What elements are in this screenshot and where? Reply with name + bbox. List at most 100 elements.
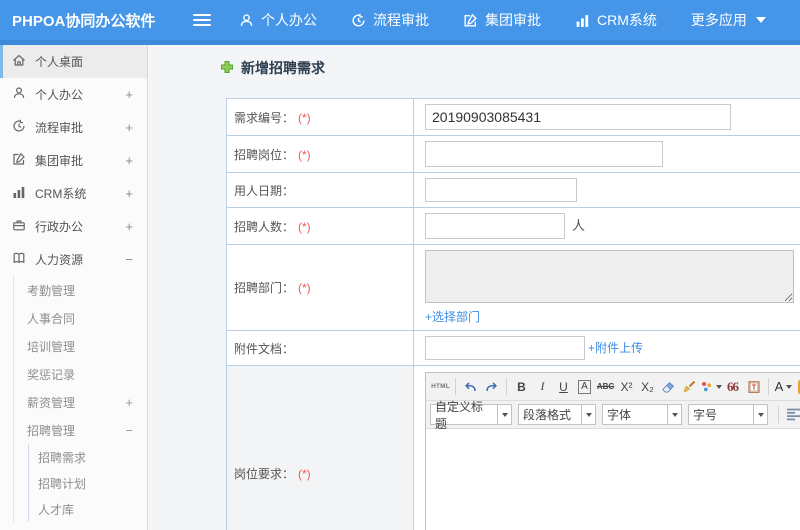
workflow-icon xyxy=(12,119,26,136)
sidebar-item-personal-office[interactable]: 个人办公 + xyxy=(0,78,147,111)
strikethrough-button[interactable]: ABC xyxy=(595,376,616,398)
italic-button[interactable]: I xyxy=(532,376,553,398)
sidebar-item-rewards[interactable]: 奖惩记录 xyxy=(14,360,147,388)
html-source-button[interactable]: HTML xyxy=(430,376,451,398)
user-icon xyxy=(12,86,26,103)
font-color-button[interactable]: A xyxy=(773,376,794,398)
required-mark: (*) xyxy=(298,147,311,162)
redo-button[interactable] xyxy=(481,376,502,398)
top-navbar: PHPOA协同办公软件 个人办公 流程审批 集团审批 CRM系统 更多应用 xyxy=(0,0,800,40)
nav-personal-office[interactable]: 个人办公 xyxy=(239,10,317,30)
expand-plus-icon[interactable]: + xyxy=(125,153,133,168)
caret-down-icon xyxy=(667,405,681,424)
font-family-select[interactable]: 字体 xyxy=(602,404,682,425)
collapse-minus-icon[interactable]: − xyxy=(125,423,133,438)
form-row-hire-date: 用人日期： xyxy=(226,172,800,208)
collapse-minus-icon[interactable]: − xyxy=(125,252,133,267)
form-row-job-requirements: 岗位要求： (*) HTML B I U A ABC X² X₂ 66 T A … xyxy=(226,365,800,530)
sidebar-item-workflow-approval[interactable]: 流程审批 + xyxy=(0,111,147,144)
paragraph-format-select[interactable]: 段落格式 xyxy=(518,404,596,425)
sidebar-item-recruit-mgmt[interactable]: 招聘管理 − xyxy=(14,416,147,444)
sidebar-item-hr-contract[interactable]: 人事合同 xyxy=(14,304,147,332)
sidebar-item-human-resources[interactable]: 人力资源 − xyxy=(0,243,147,276)
nav-label: CRM系统 xyxy=(597,12,657,28)
editor-content-area[interactable] xyxy=(426,429,800,530)
sidebar-item-recruit-plan[interactable]: 招聘计划 xyxy=(29,470,147,496)
nav-label: 流程审批 xyxy=(373,12,429,28)
sidebar-item-crm-system[interactable]: CRM系统 + xyxy=(0,177,147,210)
sidebar-item-group-approval[interactable]: 集团审批 + xyxy=(0,144,147,177)
edit-icon xyxy=(463,13,478,28)
font-size-select[interactable]: 字号 xyxy=(688,404,768,425)
nav-crm-system[interactable]: CRM系统 xyxy=(575,10,657,30)
headcount-unit: 人 xyxy=(572,218,586,233)
sidebar-item-label: 行政办公 xyxy=(35,220,84,234)
hire-date-input[interactable] xyxy=(425,178,577,202)
form-row-req-no: 需求编号： (*) xyxy=(226,98,800,136)
align-left-icon[interactable] xyxy=(783,404,800,426)
select-department-link[interactable]: +选择部门 xyxy=(425,308,800,325)
sidebar-item-label: CRM系统 xyxy=(35,187,87,201)
attachment-input[interactable] xyxy=(425,336,585,360)
field-label: 招聘岗位： xyxy=(234,147,295,162)
eraser-icon[interactable] xyxy=(658,376,679,398)
sidebar-item-salary[interactable]: 薪资管理 + xyxy=(14,388,147,416)
form-row-attachment: 附件文档： +附件上传 xyxy=(226,330,800,366)
field-label: 需求编号： xyxy=(234,110,295,125)
expand-plus-icon[interactable]: + xyxy=(125,219,133,234)
field-label: 招聘人数： xyxy=(234,219,295,234)
menu-toggle-button[interactable] xyxy=(193,14,211,26)
nav-group-approval[interactable]: 集团审批 xyxy=(463,10,541,30)
headcount-input[interactable] xyxy=(425,213,565,239)
recruit-demand-form: 需求编号：(*) 招聘岗位：(*) 用人日期： xyxy=(226,98,800,530)
form-row-department: 招聘部门： (*) +选择部门 xyxy=(226,244,800,331)
required-mark: (*) xyxy=(298,219,311,234)
expand-plus-icon[interactable]: + xyxy=(125,87,133,102)
nav-label: 更多应用 xyxy=(690,12,747,28)
required-mark: (*) xyxy=(298,466,311,481)
sidebar-item-label: 集团审批 xyxy=(35,154,84,168)
underline-button[interactable]: U xyxy=(553,376,574,398)
nav-label: 个人办公 xyxy=(261,12,317,28)
sidebar-item-recruit-demand[interactable]: 招聘需求 xyxy=(29,444,147,470)
superscript-button[interactable]: X² xyxy=(616,376,637,398)
caret-down-icon xyxy=(497,405,511,424)
form-row-position: 招聘岗位： (*) xyxy=(226,135,800,173)
undo-button[interactable] xyxy=(460,376,481,398)
page-title: 新增招聘需求 xyxy=(220,58,800,78)
req-no-input[interactable] xyxy=(425,104,731,130)
font-style-button[interactable]: A xyxy=(574,376,595,398)
expand-plus-icon[interactable]: + xyxy=(125,120,133,135)
attachment-upload-link[interactable]: +附件上传 xyxy=(588,341,643,355)
field-label: 招聘部门： xyxy=(234,281,295,295)
nav-workflow-approval[interactable]: 流程审批 xyxy=(351,10,429,30)
department-textarea[interactable] xyxy=(425,250,794,303)
hr-submenu: 考勤管理 人事合同 培训管理 奖惩记录 薪资管理 + 招聘管理 − 招聘需求 招… xyxy=(13,276,147,522)
sidebar-item-personal-desktop[interactable]: 个人桌面 xyxy=(0,45,147,78)
recruit-submenu: 招聘需求 招聘计划 人才库 xyxy=(28,444,147,522)
custom-title-select[interactable]: 自定义标题 xyxy=(430,400,512,431)
expand-plus-icon[interactable]: + xyxy=(125,395,133,410)
sidebar-item-training[interactable]: 培训管理 xyxy=(14,332,147,360)
field-label: 用人日期： xyxy=(234,183,295,198)
field-label: 岗位要求： xyxy=(234,466,295,481)
sidebar-item-talent-pool[interactable]: 人才库 xyxy=(29,496,147,522)
top-nav: 个人办公 流程审批 集团审批 CRM系统 更多应用 xyxy=(239,10,766,30)
nav-more-apps[interactable]: 更多应用 xyxy=(691,10,766,30)
expand-plus-icon[interactable]: + xyxy=(125,186,133,201)
paste-table-icon[interactable]: T xyxy=(743,376,764,398)
user-icon xyxy=(239,13,254,28)
color-spray-icon[interactable] xyxy=(700,376,722,398)
format-painter-icon[interactable] xyxy=(679,376,700,398)
sidebar-item-label: 流程审批 xyxy=(35,121,84,135)
sidebar-item-admin-office[interactable]: 行政办公 + xyxy=(0,210,147,243)
bold-button[interactable]: B xyxy=(511,376,532,398)
svg-text:T: T xyxy=(751,384,756,391)
home-icon xyxy=(12,53,26,70)
workflow-icon xyxy=(351,13,366,28)
sidebar-item-attendance[interactable]: 考勤管理 xyxy=(14,276,147,304)
blockquote-button[interactable]: 66 xyxy=(722,376,743,398)
subscript-button[interactable]: X₂ xyxy=(637,376,658,398)
position-input[interactable] xyxy=(425,141,663,167)
caret-down-icon xyxy=(755,17,766,23)
